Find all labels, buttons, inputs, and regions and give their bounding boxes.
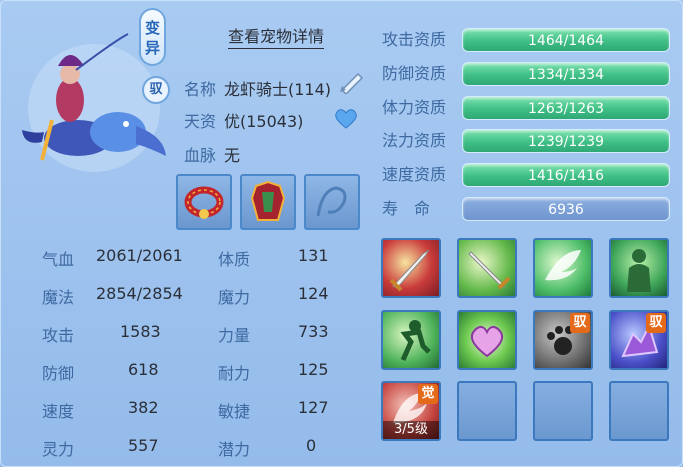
stat-label-spirit: 灵力	[42, 440, 75, 459]
attr-value-strength: 733	[298, 322, 329, 341]
stat-value-defense: 618	[128, 360, 159, 379]
heart-skill-icon	[470, 325, 504, 358]
sword-icon	[389, 249, 430, 292]
quality-label-speed: 速度资质	[382, 165, 447, 184]
quality-bar-attack: 1464/1464	[462, 28, 670, 52]
attr-label-strength: 力量	[218, 326, 251, 345]
stat-value-hp: 2061/2061	[96, 246, 183, 265]
skill-slot-2[interactable]	[457, 238, 517, 298]
attr-value-agility: 127	[298, 398, 329, 417]
heart-icon[interactable]	[334, 108, 358, 130]
armor-icon	[250, 180, 286, 221]
edit-icon[interactable]	[338, 70, 366, 94]
mutant-badge-text: 变异	[144, 19, 160, 57]
stat-label-hp: 气血	[42, 250, 75, 269]
attr-value-magic: 124	[298, 284, 329, 303]
stat-value-attack: 1583	[120, 322, 161, 341]
stat-label-speed: 速度	[42, 402, 75, 421]
skill-slot-awaken[interactable]: 觉 3/5级	[381, 381, 441, 441]
awaken-badge: 觉	[418, 384, 438, 404]
view-pet-details-link[interactable]: 查看宠物详情	[228, 26, 325, 49]
stat-label-mp: 魔法	[42, 288, 75, 307]
mutant-badge: 变异	[139, 8, 166, 66]
skill-slot-4[interactable]	[609, 238, 669, 298]
wing-icon	[545, 250, 581, 281]
skill-slot-3[interactable]	[533, 238, 593, 298]
attr-value-potential: 0	[306, 436, 317, 455]
aptitude-value: 优(15043)	[224, 112, 304, 131]
quality-label-stamina: 体力资质	[382, 98, 447, 117]
aptitude-label: 天资	[184, 112, 217, 131]
equip-slot-armor[interactable]	[240, 174, 296, 230]
stat-value-spirit: 557	[128, 436, 159, 455]
name-value: 龙虾骑士(114)	[224, 80, 332, 99]
quality-label-mana: 法力资质	[382, 131, 447, 150]
ride-badge: 驭	[142, 76, 170, 104]
quality-bar-defense: 1334/1334	[462, 62, 670, 86]
stat-value-speed: 382	[128, 398, 159, 417]
figure-icon	[627, 249, 651, 292]
collar-icon	[184, 186, 224, 219]
awaken-level: 3/5级	[383, 421, 439, 439]
quality-label-defense: 防御资质	[382, 64, 447, 83]
quality-label-attack: 攻击资质	[382, 30, 447, 49]
name-label: 名称	[184, 80, 217, 99]
attr-label-potential: 潜力	[218, 440, 251, 459]
ride-skill-badge: 驭	[646, 313, 666, 333]
empty-slot-icon	[316, 186, 347, 217]
skill-slot-5[interactable]	[381, 310, 441, 370]
attr-label-constitution: 体质	[218, 250, 251, 269]
bloodline-label: 血脉	[184, 146, 217, 165]
equip-slot-collar[interactable]	[176, 174, 232, 230]
quality-bar-speed: 1416/1416	[462, 163, 670, 187]
running-icon	[400, 320, 431, 362]
quality-label-lifespan: 寿 命	[382, 199, 431, 218]
quality-bar-mana: 1239/1239	[462, 129, 670, 153]
attr-label-magic: 魔力	[218, 288, 251, 307]
skill-slot-empty[interactable]	[457, 381, 517, 441]
attr-label-agility: 敏捷	[218, 402, 251, 421]
bloodline-value: 无	[224, 146, 241, 165]
skill-slot-empty[interactable]	[609, 381, 669, 441]
stat-value-mp: 2854/2854	[96, 284, 183, 303]
skill-slot-1[interactable]	[381, 238, 441, 298]
stat-label-attack: 攻击	[42, 326, 75, 345]
attr-value-endurance: 125	[298, 360, 329, 379]
quality-bar-lifespan: 6936	[462, 197, 670, 221]
sword-icon	[468, 251, 511, 290]
quality-bar-stamina: 1263/1263	[462, 96, 670, 120]
attr-label-endurance: 耐力	[218, 364, 251, 383]
stat-label-defense: 防御	[42, 364, 75, 383]
skill-slot-empty[interactable]	[533, 381, 593, 441]
equip-slot-empty[interactable]	[304, 174, 360, 230]
attr-value-constitution: 131	[298, 246, 329, 265]
skill-slot-6[interactable]	[457, 310, 517, 370]
ride-skill-badge: 驭	[570, 313, 590, 333]
skill-slot-8[interactable]: 驭	[609, 310, 669, 370]
skill-slot-7[interactable]: 驭	[533, 310, 593, 370]
